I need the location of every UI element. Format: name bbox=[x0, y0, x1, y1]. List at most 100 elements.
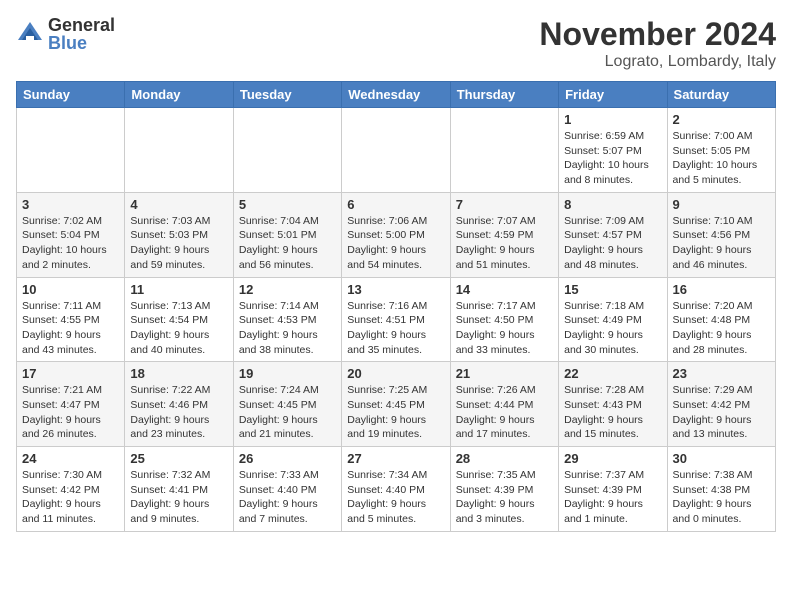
calendar-cell: 20 Sunrise: 7:25 AM Sunset: 4:45 PM Dayli… bbox=[342, 362, 450, 447]
day-number: 24 bbox=[22, 451, 119, 466]
day-info: Sunrise: 7:25 AM Sunset: 4:45 PM Dayligh… bbox=[347, 383, 444, 442]
logo-text: General Blue bbox=[48, 16, 115, 52]
day-number: 21 bbox=[456, 366, 553, 381]
calendar-cell: 25 Sunrise: 7:32 AM Sunset: 4:41 PM Dayli… bbox=[125, 447, 233, 532]
calendar-cell: 5Sunrise: 7:04 AM Sunset: 5:01 PM Daylig… bbox=[233, 192, 341, 277]
week-row-1: 1 Sunrise: 6:59 AM Sunset: 5:07 PM Daylig… bbox=[17, 108, 776, 193]
day-number: 1 bbox=[564, 112, 661, 127]
day-number: 17 bbox=[22, 366, 119, 381]
calendar-cell: 7Sunrise: 7:07 AM Sunset: 4:59 PM Daylig… bbox=[450, 192, 558, 277]
day-number: 25 bbox=[130, 451, 227, 466]
header-cell-monday: Monday bbox=[125, 82, 233, 108]
day-number: 8 bbox=[564, 197, 661, 212]
day-number: 18 bbox=[130, 366, 227, 381]
day-number: 9 bbox=[673, 197, 770, 212]
day-info: Sunrise: 7:17 AM Sunset: 4:50 PM Dayligh… bbox=[456, 299, 553, 358]
day-number: 11 bbox=[130, 282, 227, 297]
day-info: Sunrise: 7:32 AM Sunset: 4:41 PM Dayligh… bbox=[130, 468, 227, 527]
calendar-cell: 14 Sunrise: 7:17 AM Sunset: 4:50 PM Dayli… bbox=[450, 277, 558, 362]
day-number: 5 bbox=[239, 197, 336, 212]
calendar-cell: 27 Sunrise: 7:34 AM Sunset: 4:40 PM Dayli… bbox=[342, 447, 450, 532]
calendar-cell: 28 Sunrise: 7:35 AM Sunset: 4:39 PM Dayli… bbox=[450, 447, 558, 532]
calendar-cell: 26 Sunrise: 7:33 AM Sunset: 4:40 PM Dayli… bbox=[233, 447, 341, 532]
day-number: 20 bbox=[347, 366, 444, 381]
header-cell-sunday: Sunday bbox=[17, 82, 125, 108]
logo-icon bbox=[16, 20, 44, 48]
page-header: General Blue November 2024 Lograto, Lomb… bbox=[16, 16, 776, 71]
day-info: Sunrise: 7:37 AM Sunset: 4:39 PM Dayligh… bbox=[564, 468, 661, 527]
day-number: 10 bbox=[22, 282, 119, 297]
day-info: Sunrise: 7:16 AM Sunset: 4:51 PM Dayligh… bbox=[347, 299, 444, 358]
day-info: Sunrise: 7:00 AM Sunset: 5:05 PM Dayligh… bbox=[673, 129, 770, 188]
week-row-3: 10Sunrise: 7:11 AM Sunset: 4:55 PM Dayli… bbox=[17, 277, 776, 362]
week-row-2: 3 Sunrise: 7:02 AM Sunset: 5:04 PM Daylig… bbox=[17, 192, 776, 277]
day-number: 30 bbox=[673, 451, 770, 466]
week-row-5: 24 Sunrise: 7:30 AM Sunset: 4:42 PM Dayli… bbox=[17, 447, 776, 532]
calendar-cell: 21 Sunrise: 7:26 AM Sunset: 4:44 PM Dayli… bbox=[450, 362, 558, 447]
day-info: Sunrise: 7:34 AM Sunset: 4:40 PM Dayligh… bbox=[347, 468, 444, 527]
header-cell-tuesday: Tuesday bbox=[233, 82, 341, 108]
calendar-cell: 11 Sunrise: 7:13 AM Sunset: 4:54 PM Dayli… bbox=[125, 277, 233, 362]
day-number: 28 bbox=[456, 451, 553, 466]
week-row-4: 17 Sunrise: 7:21 AM Sunset: 4:47 PM Dayli… bbox=[17, 362, 776, 447]
day-info: Sunrise: 7:02 AM Sunset: 5:04 PM Dayligh… bbox=[22, 214, 119, 273]
header-row: SundayMondayTuesdayWednesdayThursdayFrid… bbox=[17, 82, 776, 108]
day-number: 3 bbox=[22, 197, 119, 212]
day-number: 16 bbox=[673, 282, 770, 297]
calendar-cell: 10Sunrise: 7:11 AM Sunset: 4:55 PM Dayli… bbox=[17, 277, 125, 362]
calendar-cell: 18 Sunrise: 7:22 AM Sunset: 4:46 PM Dayli… bbox=[125, 362, 233, 447]
day-info: Sunrise: 7:21 AM Sunset: 4:47 PM Dayligh… bbox=[22, 383, 119, 442]
calendar-cell: 22 Sunrise: 7:28 AM Sunset: 4:43 PM Dayli… bbox=[559, 362, 667, 447]
calendar-cell: 15Sunrise: 7:18 AM Sunset: 4:49 PM Dayli… bbox=[559, 277, 667, 362]
day-number: 14 bbox=[456, 282, 553, 297]
day-info: Sunrise: 7:22 AM Sunset: 4:46 PM Dayligh… bbox=[130, 383, 227, 442]
calendar-cell: 23 Sunrise: 7:29 AM Sunset: 4:42 PM Dayli… bbox=[667, 362, 775, 447]
day-number: 29 bbox=[564, 451, 661, 466]
calendar-cell: 24 Sunrise: 7:30 AM Sunset: 4:42 PM Dayli… bbox=[17, 447, 125, 532]
day-info: Sunrise: 7:35 AM Sunset: 4:39 PM Dayligh… bbox=[456, 468, 553, 527]
day-info: Sunrise: 7:33 AM Sunset: 4:40 PM Dayligh… bbox=[239, 468, 336, 527]
day-info: Sunrise: 7:18 AM Sunset: 4:49 PM Dayligh… bbox=[564, 299, 661, 358]
day-info: Sunrise: 7:09 AM Sunset: 4:57 PM Dayligh… bbox=[564, 214, 661, 273]
calendar-cell: 19Sunrise: 7:24 AM Sunset: 4:45 PM Dayli… bbox=[233, 362, 341, 447]
logo-blue-text: Blue bbox=[48, 34, 115, 52]
calendar-cell bbox=[233, 108, 341, 193]
day-info: Sunrise: 7:26 AM Sunset: 4:44 PM Dayligh… bbox=[456, 383, 553, 442]
day-info: Sunrise: 7:20 AM Sunset: 4:48 PM Dayligh… bbox=[673, 299, 770, 358]
day-info: Sunrise: 7:07 AM Sunset: 4:59 PM Dayligh… bbox=[456, 214, 553, 273]
calendar-cell bbox=[342, 108, 450, 193]
day-info: Sunrise: 7:28 AM Sunset: 4:43 PM Dayligh… bbox=[564, 383, 661, 442]
header-cell-saturday: Saturday bbox=[667, 82, 775, 108]
day-info: Sunrise: 7:38 AM Sunset: 4:38 PM Dayligh… bbox=[673, 468, 770, 527]
day-info: Sunrise: 7:30 AM Sunset: 4:42 PM Dayligh… bbox=[22, 468, 119, 527]
day-info: Sunrise: 7:06 AM Sunset: 5:00 PM Dayligh… bbox=[347, 214, 444, 273]
day-info: Sunrise: 7:13 AM Sunset: 4:54 PM Dayligh… bbox=[130, 299, 227, 358]
day-info: Sunrise: 7:29 AM Sunset: 4:42 PM Dayligh… bbox=[673, 383, 770, 442]
month-title: November 2024 bbox=[539, 16, 776, 53]
day-number: 27 bbox=[347, 451, 444, 466]
day-number: 4 bbox=[130, 197, 227, 212]
day-info: Sunrise: 6:59 AM Sunset: 5:07 PM Dayligh… bbox=[564, 129, 661, 188]
calendar-table: SundayMondayTuesdayWednesdayThursdayFrid… bbox=[16, 81, 776, 532]
day-number: 12 bbox=[239, 282, 336, 297]
day-number: 6 bbox=[347, 197, 444, 212]
header-cell-thursday: Thursday bbox=[450, 82, 558, 108]
calendar-cell: 2 Sunrise: 7:00 AM Sunset: 5:05 PM Daylig… bbox=[667, 108, 775, 193]
calendar-cell: 6 Sunrise: 7:06 AM Sunset: 5:00 PM Daylig… bbox=[342, 192, 450, 277]
calendar-cell: 9Sunrise: 7:10 AM Sunset: 4:56 PM Daylig… bbox=[667, 192, 775, 277]
day-number: 13 bbox=[347, 282, 444, 297]
calendar-cell: 1 Sunrise: 6:59 AM Sunset: 5:07 PM Daylig… bbox=[559, 108, 667, 193]
day-number: 2 bbox=[673, 112, 770, 127]
calendar-cell: 8 Sunrise: 7:09 AM Sunset: 4:57 PM Daylig… bbox=[559, 192, 667, 277]
day-info: Sunrise: 7:03 AM Sunset: 5:03 PM Dayligh… bbox=[130, 214, 227, 273]
location-title: Lograto, Lombardy, Italy bbox=[539, 53, 776, 71]
day-number: 26 bbox=[239, 451, 336, 466]
calendar-cell: 3 Sunrise: 7:02 AM Sunset: 5:04 PM Daylig… bbox=[17, 192, 125, 277]
calendar-cell: 17 Sunrise: 7:21 AM Sunset: 4:47 PM Dayli… bbox=[17, 362, 125, 447]
day-info: Sunrise: 7:14 AM Sunset: 4:53 PM Dayligh… bbox=[239, 299, 336, 358]
header-cell-wednesday: Wednesday bbox=[342, 82, 450, 108]
calendar-cell: 13 Sunrise: 7:16 AM Sunset: 4:51 PM Dayli… bbox=[342, 277, 450, 362]
title-section: November 2024 Lograto, Lombardy, Italy bbox=[539, 16, 776, 71]
day-number: 23 bbox=[673, 366, 770, 381]
day-number: 22 bbox=[564, 366, 661, 381]
